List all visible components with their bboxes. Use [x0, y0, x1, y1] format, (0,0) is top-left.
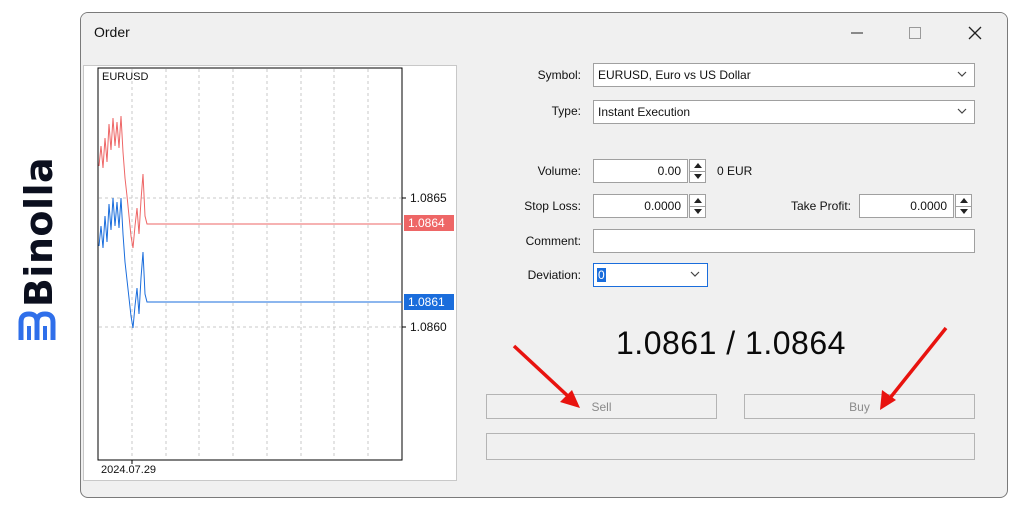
annotation-arrows: [512, 326, 948, 410]
arrow-to-buy-icon: [880, 326, 948, 410]
arrow-to-sell-icon: [512, 344, 580, 408]
